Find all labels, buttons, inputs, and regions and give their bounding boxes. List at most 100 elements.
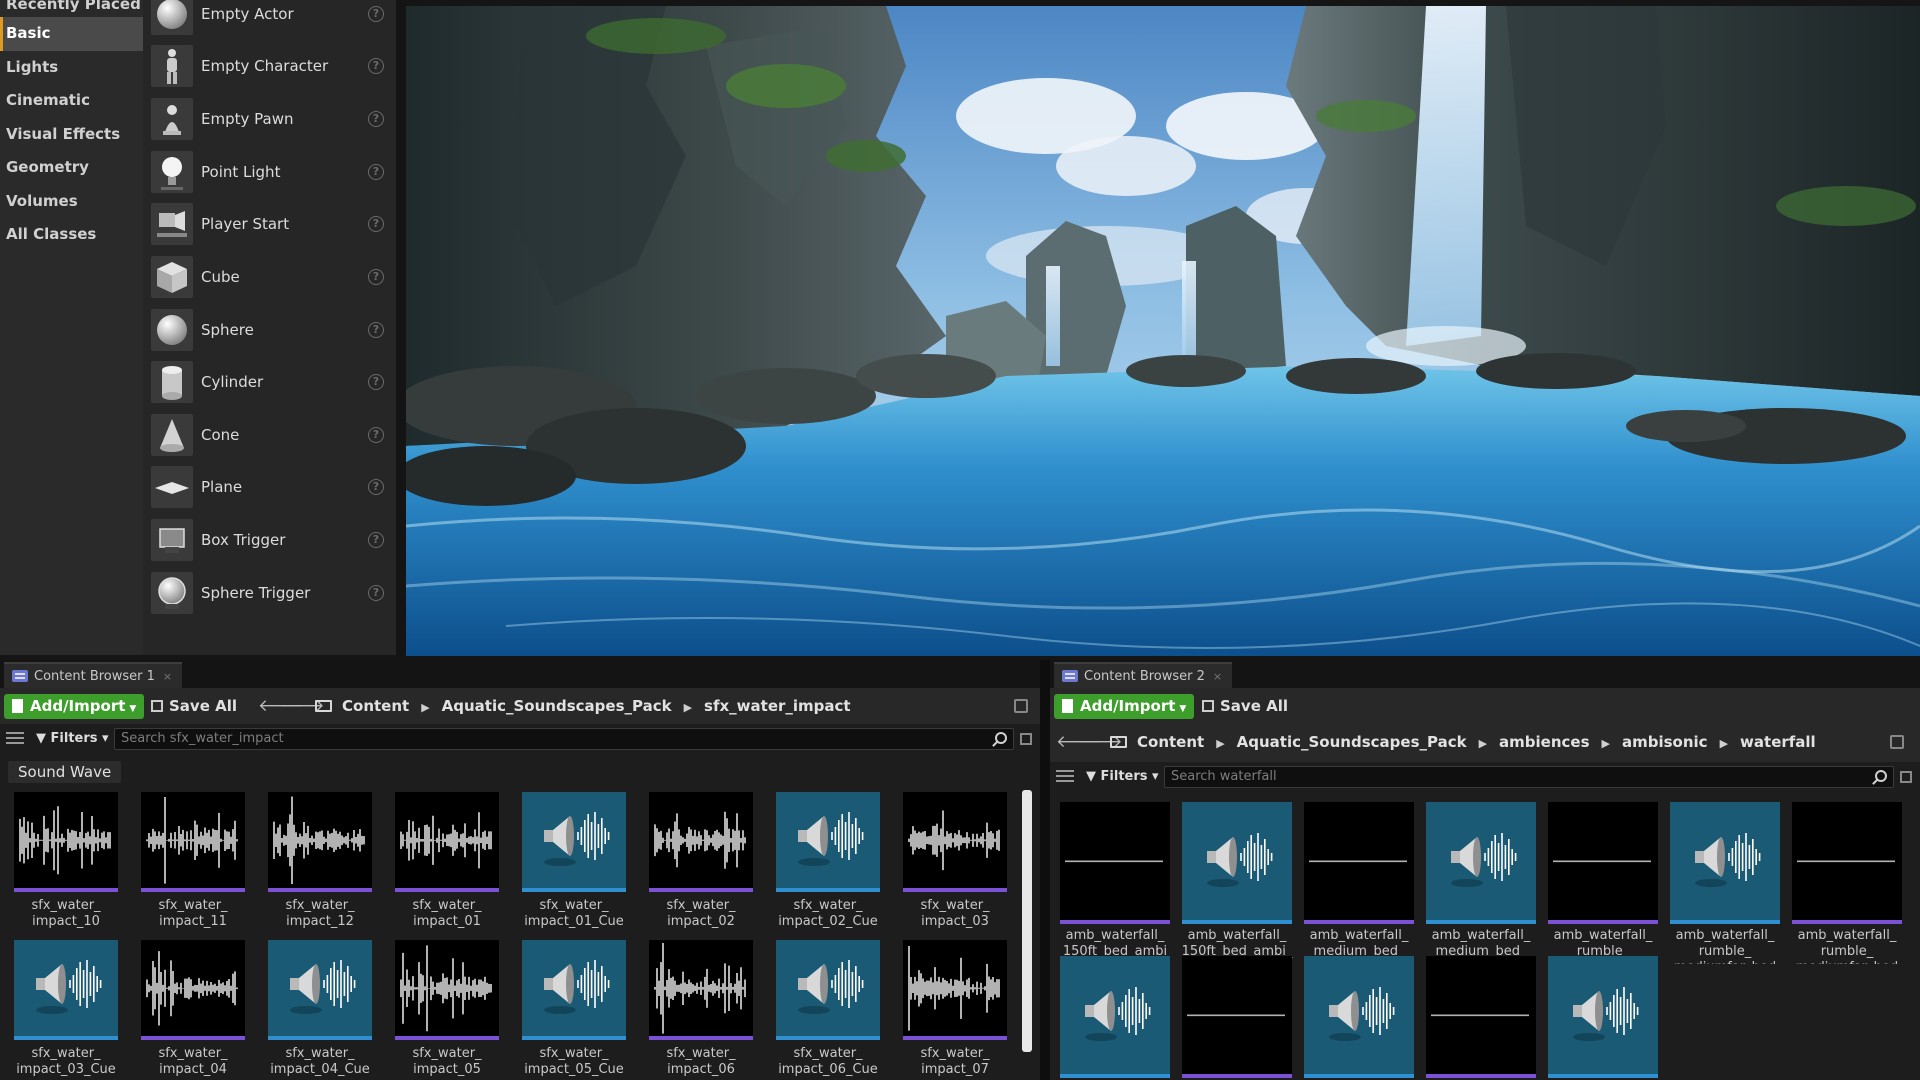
lock-icon[interactable] <box>1014 699 1028 713</box>
type-filter-chip[interactable]: Sound Wave <box>8 761 122 783</box>
sound-wave-asset[interactable]: sfx_water_ impact_06 <box>649 940 753 1080</box>
category-volumes[interactable]: Volumes <box>0 185 143 219</box>
sound-cue-asset[interactable]: amb_waterfall_ rumble_ mediumfar_bed <box>1670 802 1780 964</box>
filters-button[interactable]: ▼ Filters ▾ <box>36 724 109 754</box>
actor-item-sphere-trigger[interactable]: Sphere Trigger? <box>143 567 396 619</box>
help-icon[interactable]: ? <box>368 585 384 601</box>
sound-wave-asset[interactable]: sfx_water_ impact_05 <box>395 940 499 1080</box>
actor-item-player-start[interactable]: Player Start? <box>143 198 396 250</box>
breadcrumb-item[interactable]: ambisonic <box>1622 733 1708 751</box>
actor-item-cylinder[interactable]: Cylinder? <box>143 356 396 408</box>
sound-wave-asset[interactable]: sfx_water_ impact_01 <box>395 792 499 932</box>
asset-name: amb_waterfall_ rumble_ mediumfar_bed <box>1796 928 1898 964</box>
sound-wave-asset[interactable]: sfx_water_ impact_11 <box>141 792 245 932</box>
category-basic[interactable]: Basic <box>0 17 143 51</box>
sound-wave-asset[interactable]: amb_waterfall_ 150ft_bed_ambi <box>1060 802 1170 964</box>
actor-item-plane[interactable]: Plane? <box>143 461 396 513</box>
actor-item-point-light[interactable]: Point Light? <box>143 146 396 198</box>
sound-wave-asset[interactable]: sfx_water_ impact_10 <box>14 792 118 932</box>
sound-cue-asset[interactable]: sfx_water_ impact_02_Cue <box>776 792 880 932</box>
tab-content-browser-1[interactable]: Content Browser 1 × <box>4 662 183 688</box>
sound-wave-asset[interactable]: sfx_water_ impact_03 <box>903 792 1007 932</box>
asset-thumbnail <box>395 792 499 892</box>
help-icon[interactable]: ? <box>368 427 384 443</box>
sources-list-icon[interactable] <box>1056 770 1074 784</box>
actor-item-cube[interactable]: Cube? <box>143 251 396 303</box>
close-icon[interactable]: × <box>1213 670 1222 683</box>
sound-wave-asset[interactable]: amb_waterfall_ medium_bed_ ambi <box>1304 802 1414 964</box>
sound-wave-asset[interactable]: amb_waterfall_ rumble_ mediumfar_bed <box>1548 802 1658 964</box>
breadcrumb-item[interactable]: waterfall <box>1740 733 1816 751</box>
save-all-button[interactable]: Save All <box>151 688 237 724</box>
actor-item-empty-actor[interactable]: Empty Actor? <box>143 0 396 40</box>
scrollbar[interactable] <box>1022 790 1032 1052</box>
category-visual-effects[interactable]: Visual Effects <box>0 118 143 152</box>
sound-cue-asset[interactable]: amb_waterfall_ medium_bed_ ambi_Cue <box>1426 802 1536 964</box>
save-all-button[interactable]: Save All <box>1202 688 1288 724</box>
sound-cue-asset[interactable]: amb_waterfall_ <box>1548 956 1658 1080</box>
search-input[interactable]: Search waterfall <box>1164 766 1894 788</box>
save-search-icon[interactable] <box>1020 733 1032 745</box>
level-viewport[interactable] <box>406 6 1920 656</box>
category-cinematic[interactable]: Cinematic <box>0 84 143 118</box>
filters-button[interactable]: ▼ Filters ▾ <box>1086 762 1159 792</box>
breadcrumb-item[interactable]: Content <box>342 697 409 715</box>
category-all-classes[interactable]: All Classes <box>0 218 143 252</box>
help-icon[interactable]: ? <box>368 216 384 232</box>
add-import-label: Add/Import <box>30 697 126 715</box>
tab-label: Content Browser 1 <box>34 669 155 684</box>
breadcrumb-item[interactable]: ambiences <box>1499 733 1589 751</box>
panel-divider[interactable] <box>396 0 406 655</box>
breadcrumb-item[interactable]: Aquatic_Soundscapes_Pack <box>442 697 672 715</box>
help-icon[interactable]: ? <box>368 111 384 127</box>
category-lights[interactable]: Lights <box>0 51 143 85</box>
sound-wave-asset[interactable]: amb_waterfall_ rumble_ mediumfar_bed <box>1792 802 1902 964</box>
help-icon[interactable]: ? <box>368 6 384 22</box>
sound-wave-asset[interactable]: amb_waterfall_ <box>1182 956 1292 1080</box>
category-geometry[interactable]: Geometry <box>0 151 143 185</box>
close-icon[interactable]: × <box>163 670 172 683</box>
sound-wave-asset[interactable]: sfx_water_ impact_07 <box>903 940 1007 1080</box>
tab-content-browser-2[interactable]: Content Browser 2 × <box>1054 662 1233 688</box>
actor-item-sphere[interactable]: Sphere? <box>143 304 396 356</box>
asset-thumbnail <box>14 792 118 892</box>
sound-wave-asset[interactable]: sfx_water_ impact_02 <box>649 792 753 932</box>
actor-item-box-trigger[interactable]: Box Trigger? <box>143 514 396 566</box>
breadcrumb-separator-icon: ▶ <box>683 701 693 714</box>
add-import-button[interactable]: Add/Import ▼ <box>1054 694 1195 719</box>
help-icon[interactable]: ? <box>368 532 384 548</box>
save-search-icon[interactable] <box>1900 771 1912 783</box>
help-icon[interactable]: ? <box>368 374 384 390</box>
help-icon[interactable]: ? <box>368 322 384 338</box>
sound-cue-asset[interactable]: sfx_water_ impact_03_Cue <box>14 940 118 1080</box>
asset-thumbnail <box>268 940 372 1040</box>
help-icon[interactable]: ? <box>368 58 384 74</box>
actor-item-cone[interactable]: Cone? <box>143 409 396 461</box>
help-icon[interactable]: ? <box>368 164 384 180</box>
sound-cue-asset[interactable]: sfx_water_ impact_06_Cue <box>776 940 880 1080</box>
content-browser-divider[interactable] <box>1040 660 1050 1080</box>
help-icon[interactable]: ? <box>368 479 384 495</box>
lock-icon[interactable] <box>1890 735 1904 749</box>
sound-wave-asset[interactable]: sfx_water_ impact_12 <box>268 792 372 932</box>
sound-cue-asset[interactable]: sfx_water_ impact_04_Cue <box>268 940 372 1080</box>
category-recently-placed[interactable]: Recently Placed <box>0 0 143 17</box>
sound-cue-asset[interactable]: sfx_water_ impact_01_Cue <box>522 792 626 932</box>
breadcrumb-item[interactable]: Content <box>1137 733 1204 751</box>
sound-wave-asset[interactable]: amb_waterfall_ <box>1426 956 1536 1080</box>
actor-item-empty-pawn[interactable]: Empty Pawn? <box>143 93 396 145</box>
actor-item-empty-character[interactable]: Empty Character? <box>143 40 396 92</box>
breadcrumb-item[interactable]: Aquatic_Soundscapes_Pack <box>1237 733 1467 751</box>
add-import-button[interactable]: Add/Import ▼ <box>4 694 145 719</box>
sound-cue-asset[interactable]: amb_waterfall_ <box>1304 956 1414 1080</box>
breadcrumb-item[interactable]: sfx_water_impact <box>704 697 851 715</box>
sound-cue-asset[interactable]: sfx_water_ impact_05_Cue <box>522 940 626 1080</box>
type-filter-label: Sound Wave <box>18 763 112 781</box>
sound-cue-asset[interactable]: amb_waterfall_ <box>1060 956 1170 1080</box>
search-input[interactable]: Search sfx_water_impact <box>114 728 1014 750</box>
sound-cue-asset[interactable]: amb_waterfall_ 150ft_bed_ambi_ Cue <box>1182 802 1292 964</box>
help-icon[interactable]: ? <box>368 269 384 285</box>
asset-type-bar <box>776 1036 880 1040</box>
sources-list-icon[interactable] <box>6 732 24 746</box>
sound-wave-asset[interactable]: sfx_water_ impact_04 <box>141 940 245 1080</box>
